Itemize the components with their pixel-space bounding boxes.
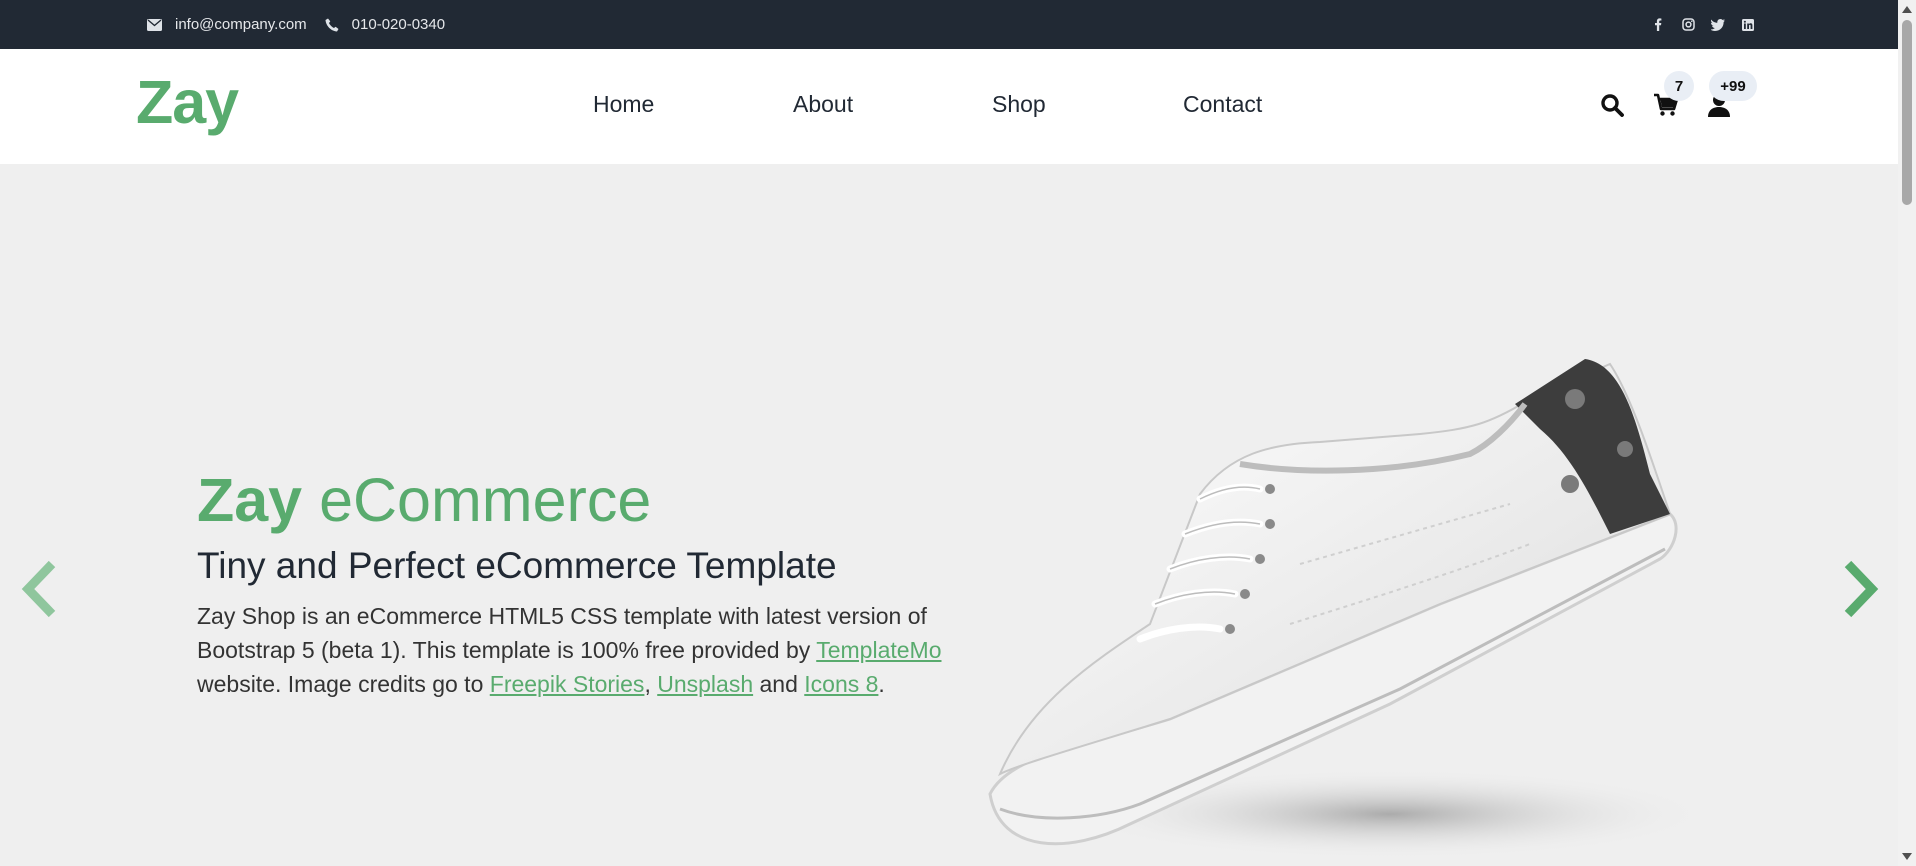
scroll-down-arrow-icon[interactable] xyxy=(1902,853,1912,860)
chevron-left-icon xyxy=(21,560,56,618)
cart-count-badge: 7 xyxy=(1664,71,1694,101)
hero-title-bold: Zay xyxy=(197,466,303,534)
hero-period: . xyxy=(878,671,885,697)
chevron-right-icon xyxy=(1844,560,1879,618)
user-count-badge: +99 xyxy=(1709,71,1757,101)
contact-info: info@company.com 010-020-0340 xyxy=(147,0,463,49)
hero-comma: , xyxy=(644,671,658,697)
linkedin-icon[interactable] xyxy=(1741,18,1755,32)
top-contact-bar: info@company.com 010-020-0340 xyxy=(0,0,1898,49)
hero-text-2: website. Image credits go to xyxy=(197,671,490,697)
facebook-icon[interactable] xyxy=(1651,18,1665,32)
brand-logo[interactable]: Zay xyxy=(136,67,239,137)
nav-link-about[interactable]: About xyxy=(793,91,853,118)
phone-icon xyxy=(325,18,339,31)
nav-link-contact[interactable]: Contact xyxy=(1183,91,1262,118)
social-links xyxy=(1635,0,1755,49)
phone-link[interactable]: 010-020-0340 xyxy=(325,16,445,33)
page-scrollbar[interactable] xyxy=(1898,0,1916,866)
email-link[interactable]: info@company.com xyxy=(147,16,307,33)
phone-text: 010-020-0340 xyxy=(351,16,446,33)
freepik-link[interactable]: Freepik Stories xyxy=(490,671,645,697)
icons8-link[interactable]: Icons 8 xyxy=(804,671,878,697)
hero-carousel: Zay eCommerce Tiny and Perfect eCommerce… xyxy=(0,164,1898,866)
nav-link-shop[interactable]: Shop xyxy=(992,91,1046,118)
search-icon xyxy=(1601,94,1624,117)
unsplash-link[interactable]: Unsplash xyxy=(657,671,753,697)
hero-title: Zay eCommerce xyxy=(197,465,651,535)
twitter-icon[interactable] xyxy=(1711,18,1725,32)
nav-link-home[interactable]: Home xyxy=(593,91,654,118)
instagram-icon[interactable] xyxy=(1681,18,1695,32)
hero-subtitle: Tiny and Perfect eCommerce Template xyxy=(197,545,837,586)
carousel-prev-button[interactable] xyxy=(14,554,64,624)
hero-and: and xyxy=(753,671,805,697)
hero-description: Zay Shop is an eCommerce HTML5 CSS templ… xyxy=(197,599,957,701)
scroll-up-arrow-icon[interactable] xyxy=(1902,6,1912,13)
hero-title-light: eCommerce xyxy=(319,466,652,534)
envelope-icon xyxy=(147,18,162,31)
hero-sneaker-image xyxy=(988,359,1690,859)
email-text: info@company.com xyxy=(175,16,307,33)
carousel-next-button[interactable] xyxy=(1836,554,1886,624)
scroll-thumb[interactable] xyxy=(1902,20,1912,205)
search-button[interactable] xyxy=(1598,91,1626,119)
main-navbar: Zay Home About Shop Contact 7 +99 xyxy=(0,49,1898,164)
templatemo-link[interactable]: TemplateMo xyxy=(816,637,941,663)
